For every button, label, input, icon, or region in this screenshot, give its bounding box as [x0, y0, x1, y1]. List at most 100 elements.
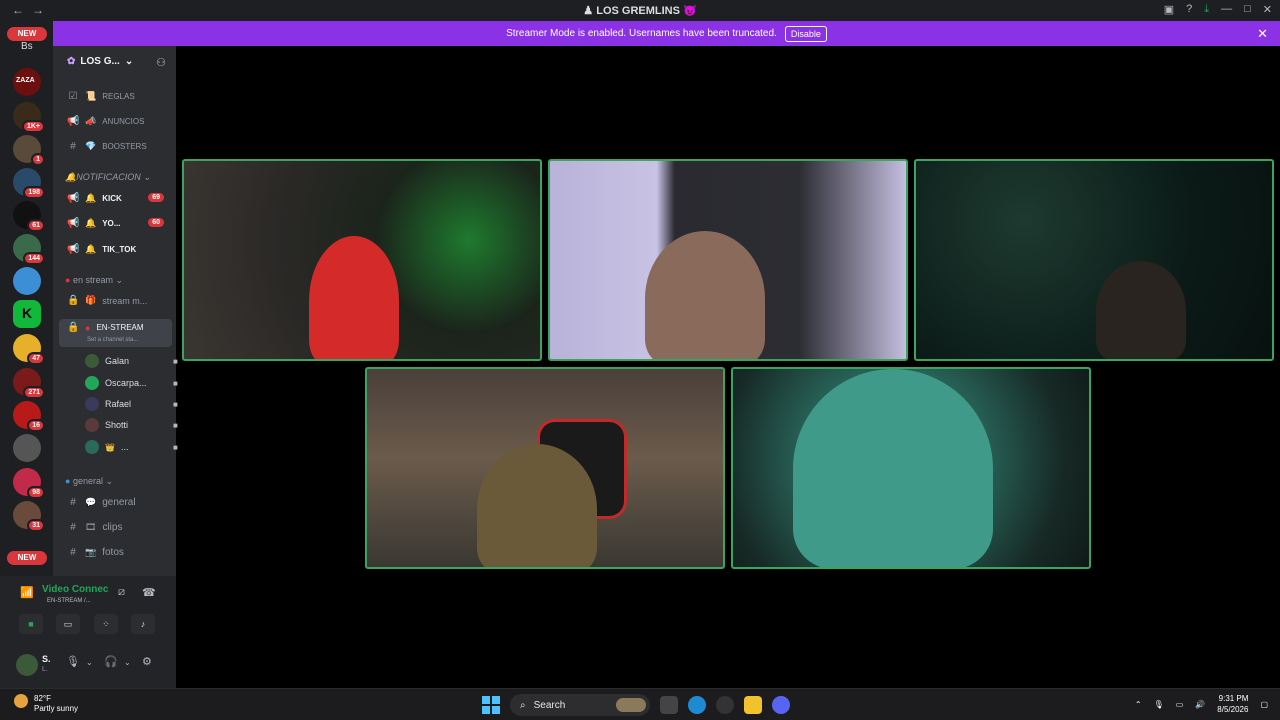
voice-user-name: Galan — [105, 356, 130, 366]
channel-anuncios[interactable]: 📢 📣 ANUNCIOS — [67, 116, 144, 127]
channel-label: ANUNCIOS — [102, 117, 145, 126]
new-badge-bottom[interactable]: NEW — [7, 551, 47, 565]
noise-suppression-icon[interactable]: ⧄ — [118, 586, 125, 599]
user-name[interactable]: S. — [42, 654, 51, 664]
avatar — [85, 397, 99, 411]
channel-label: KICK — [102, 194, 122, 203]
disconnect-icon[interactable]: ☎ — [142, 586, 156, 599]
chevron-down-icon[interactable]: ⌄ — [124, 658, 131, 667]
hash-icon: # — [70, 547, 76, 558]
channel-fotos[interactable]: # 📷 fotos — [67, 547, 124, 558]
channel-label: stream m... — [102, 295, 148, 306]
server-icon-zaza[interactable]: ZAZA — [13, 68, 41, 96]
server-icon[interactable]: 198 — [13, 168, 45, 199]
server-icon[interactable]: 61 — [13, 201, 45, 232]
category-notificacion[interactable]: 🔔NOTIFICACION ⌄ — [65, 172, 151, 183]
volume-icon[interactable]: 🔊 — [1195, 700, 1205, 709]
unread-badge: 61 — [27, 219, 45, 232]
crown-icon: 👑 — [105, 442, 115, 452]
soundboard-button[interactable]: ♪ — [131, 614, 155, 634]
channel-yo[interactable]: 📢 🔔 YO... — [67, 218, 120, 229]
camera-button[interactable]: ■ — [19, 614, 43, 634]
server-icon[interactable]: 144 — [13, 234, 45, 265]
close-window-button[interactable]: ✕ — [1263, 3, 1272, 16]
discord-icon[interactable] — [772, 696, 790, 714]
channel-sidebar: ✿ LOS G... ⌄ ⚇ ☑ 📜 REGLAS 📢 📣 ANUNCIOS # 💎 BOO… — [53, 46, 178, 576]
server-icon[interactable]: 31 — [13, 501, 45, 532]
weather-widget[interactable]: 82°F Partly sunny — [14, 694, 78, 714]
voice-user[interactable]: Galan ■ — [85, 354, 178, 368]
channel-boosters[interactable]: # 💎 BOOSTERS — [67, 141, 146, 152]
signal-icon[interactable]: 📶 — [20, 586, 34, 599]
search-box[interactable]: ⌕ Search — [510, 694, 650, 716]
headphones-icon[interactable]: 🎧 — [104, 655, 118, 668]
microphone-icon[interactable]: 🎙 — [66, 655, 80, 668]
help-icon[interactable]: ? — [1186, 3, 1192, 16]
channel-stream-m[interactable]: 🔒 🎁 stream m... — [67, 295, 147, 306]
channel-general[interactable]: # 💬 general — [67, 497, 135, 508]
video-tile[interactable] — [365, 367, 725, 569]
screen-share-button[interactable]: ▭ — [56, 614, 80, 634]
close-banner-icon[interactable]: ✕ — [1257, 26, 1268, 42]
edge-icon[interactable] — [688, 696, 706, 714]
gear-icon[interactable]: ⚙ — [142, 655, 152, 668]
server-icon[interactable]: 47 — [13, 334, 45, 365]
channel-kick[interactable]: 📢 🔔 KICK — [67, 193, 122, 204]
server-icon[interactable] — [13, 267, 41, 295]
channel-en-stream[interactable]: 🔒 ● EN-STREAM — [67, 322, 144, 333]
voice-user[interactable]: Oscarpa... ■ — [85, 376, 178, 390]
maximize-button[interactable]: □ — [1244, 3, 1251, 16]
server-icon[interactable] — [13, 434, 41, 462]
window-title-text: LOS GREMLINS — [596, 5, 680, 17]
channel-label: EN-STREAM — [96, 323, 144, 332]
browser-icon[interactable] — [716, 696, 734, 714]
user-avatar[interactable] — [16, 654, 38, 676]
server-icon[interactable]: 16 — [13, 401, 45, 432]
task-view-icon[interactable] — [660, 696, 678, 714]
server-header[interactable]: ✿ LOS G... ⌄ — [67, 56, 133, 67]
clock[interactable]: 9:31 PM 8/5/2026 — [1217, 693, 1248, 715]
minimize-button[interactable]: — — [1221, 3, 1232, 16]
disable-button[interactable]: Disable — [784, 25, 827, 42]
notification-icon[interactable]: ▢ — [1260, 700, 1268, 709]
speech-bubble-icon: 💬 — [85, 497, 97, 507]
server-icon[interactable]: 271 — [13, 368, 45, 399]
voice-channel-name[interactable]: EN-STREAM /... — [47, 598, 91, 604]
voice-status[interactable]: Video Connec — [42, 584, 109, 595]
chevron-up-icon[interactable]: ⌃ — [1135, 700, 1142, 709]
unread-badge: 47 — [27, 352, 45, 365]
activities-button[interactable]: ⁘ — [94, 614, 118, 634]
video-tile[interactable] — [731, 367, 1091, 569]
time: 9:31 PM — [1218, 694, 1249, 703]
windows-start-icon[interactable] — [482, 696, 500, 714]
camera-icon: ■ — [173, 442, 178, 452]
chevron-down-icon[interactable]: ⌄ — [86, 658, 93, 667]
channel-clips[interactable]: # 🎞 clips — [67, 522, 122, 533]
server-icon-kick[interactable]: K — [13, 300, 41, 328]
microphone-icon[interactable]: 🎙 — [1154, 700, 1164, 709]
video-tile[interactable] — [548, 159, 908, 361]
server-icon-brutal[interactable]: 1K+ — [13, 102, 45, 133]
download-icon[interactable]: ⤓ — [1204, 3, 1209, 16]
voice-user[interactable]: Shotti ■ — [85, 418, 178, 432]
channel-reglas[interactable]: ☑ 📜 REGLAS — [67, 91, 135, 102]
video-tile[interactable] — [182, 159, 542, 361]
voice-user[interactable]: Rafael ■ — [85, 397, 178, 411]
channel-tiktok[interactable]: 📢 🔔 TIK_TOK — [67, 244, 136, 255]
video-tile[interactable] — [914, 159, 1274, 361]
unread-badge: 144 — [23, 252, 45, 265]
voice-user[interactable]: 👑... ■ — [85, 440, 178, 454]
server-label: Bs — [21, 41, 33, 52]
file-explorer-icon[interactable] — [744, 696, 762, 714]
red-dot-icon: ● — [85, 322, 91, 333]
channel-status-hint[interactable]: Set a channel sta... — [87, 337, 138, 343]
category-en-stream[interactable]: ● en stream ⌄ — [65, 275, 123, 286]
add-member-icon[interactable]: ⚇ — [156, 56, 166, 69]
taskbar-apps: ⌕ Search — [482, 694, 790, 716]
inbox-icon[interactable]: ▣ — [1164, 3, 1174, 16]
new-badge-top[interactable]: NEW — [7, 27, 47, 41]
server-icon[interactable]: 98 — [13, 468, 45, 499]
network-icon[interactable]: ▭ — [1176, 700, 1184, 709]
server-icon[interactable]: 1 — [13, 135, 45, 166]
category-general[interactable]: ● general ⌄ — [65, 476, 113, 487]
